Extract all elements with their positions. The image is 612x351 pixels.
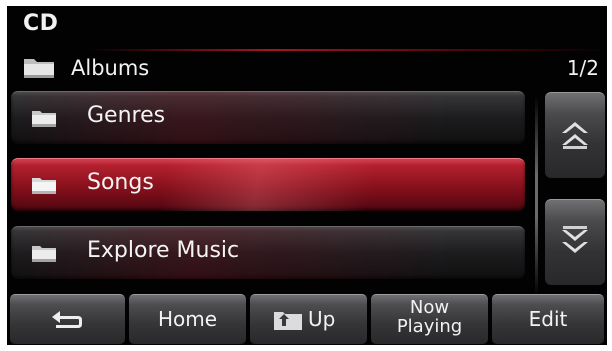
now-playing-line1: Now [409, 297, 450, 318]
back-arrow-icon [52, 311, 82, 328]
list-item-label: Explore Music [87, 238, 240, 263]
home-label: Home [157, 307, 218, 331]
folder-up-icon [274, 312, 302, 330]
bottom-toolbar: Home Up Now Playing Edit [7, 294, 607, 345]
cd-screen: CD Albums 1/2 Genres Songs Explore Music… [7, 6, 607, 345]
edit-button[interactable]: Edit [492, 294, 604, 344]
scroll-up-button[interactable] [545, 92, 605, 178]
up-button[interactable]: Up [250, 294, 367, 344]
double-chevron-up-icon [562, 122, 588, 149]
list-item-label: Genres [87, 103, 166, 128]
back-button[interactable] [10, 294, 125, 344]
screen-title: CD [23, 11, 59, 36]
folder-icon [31, 108, 57, 128]
now-playing-label: Now Playing [371, 298, 488, 336]
folder-icon [31, 175, 57, 195]
edit-label: Edit [528, 307, 568, 331]
up-label: Up [308, 307, 336, 331]
scroll-down-button[interactable] [545, 199, 605, 285]
double-chevron-down-icon [562, 226, 588, 253]
list-item-genres[interactable]: Genres [11, 91, 525, 144]
list-item-label: Songs [87, 170, 154, 195]
folder-icon [23, 55, 55, 79]
list-item-songs[interactable]: Songs [11, 158, 525, 211]
folder-icon [31, 243, 57, 263]
title-underline [87, 49, 607, 51]
scroll-track [535, 96, 538, 296]
list-item-explore-music[interactable]: Explore Music [11, 226, 525, 279]
now-playing-button[interactable]: Now Playing [371, 294, 488, 344]
now-playing-line2: Playing [396, 316, 463, 337]
home-button[interactable]: Home [129, 294, 246, 344]
page-indicator: 1/2 [566, 56, 599, 80]
current-folder-label: Albums [71, 56, 150, 80]
